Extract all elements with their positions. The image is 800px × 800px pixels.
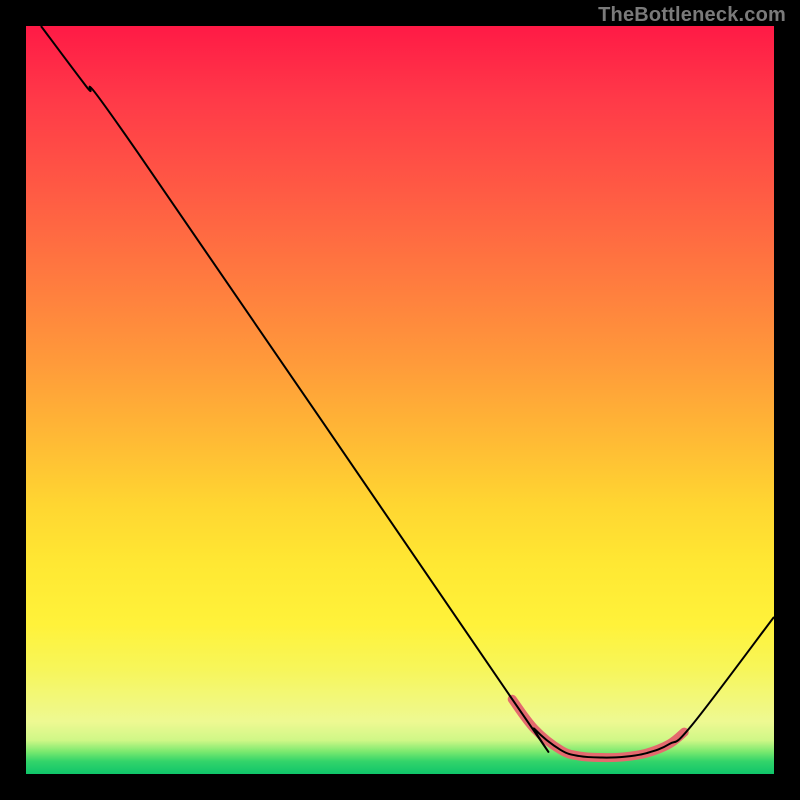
- chart-stage: TheBottleneck.com: [0, 0, 800, 800]
- chart-svg: [26, 26, 774, 774]
- curve-path: [41, 26, 774, 758]
- watermark-text: TheBottleneck.com: [598, 4, 786, 27]
- plot-area: [26, 26, 774, 774]
